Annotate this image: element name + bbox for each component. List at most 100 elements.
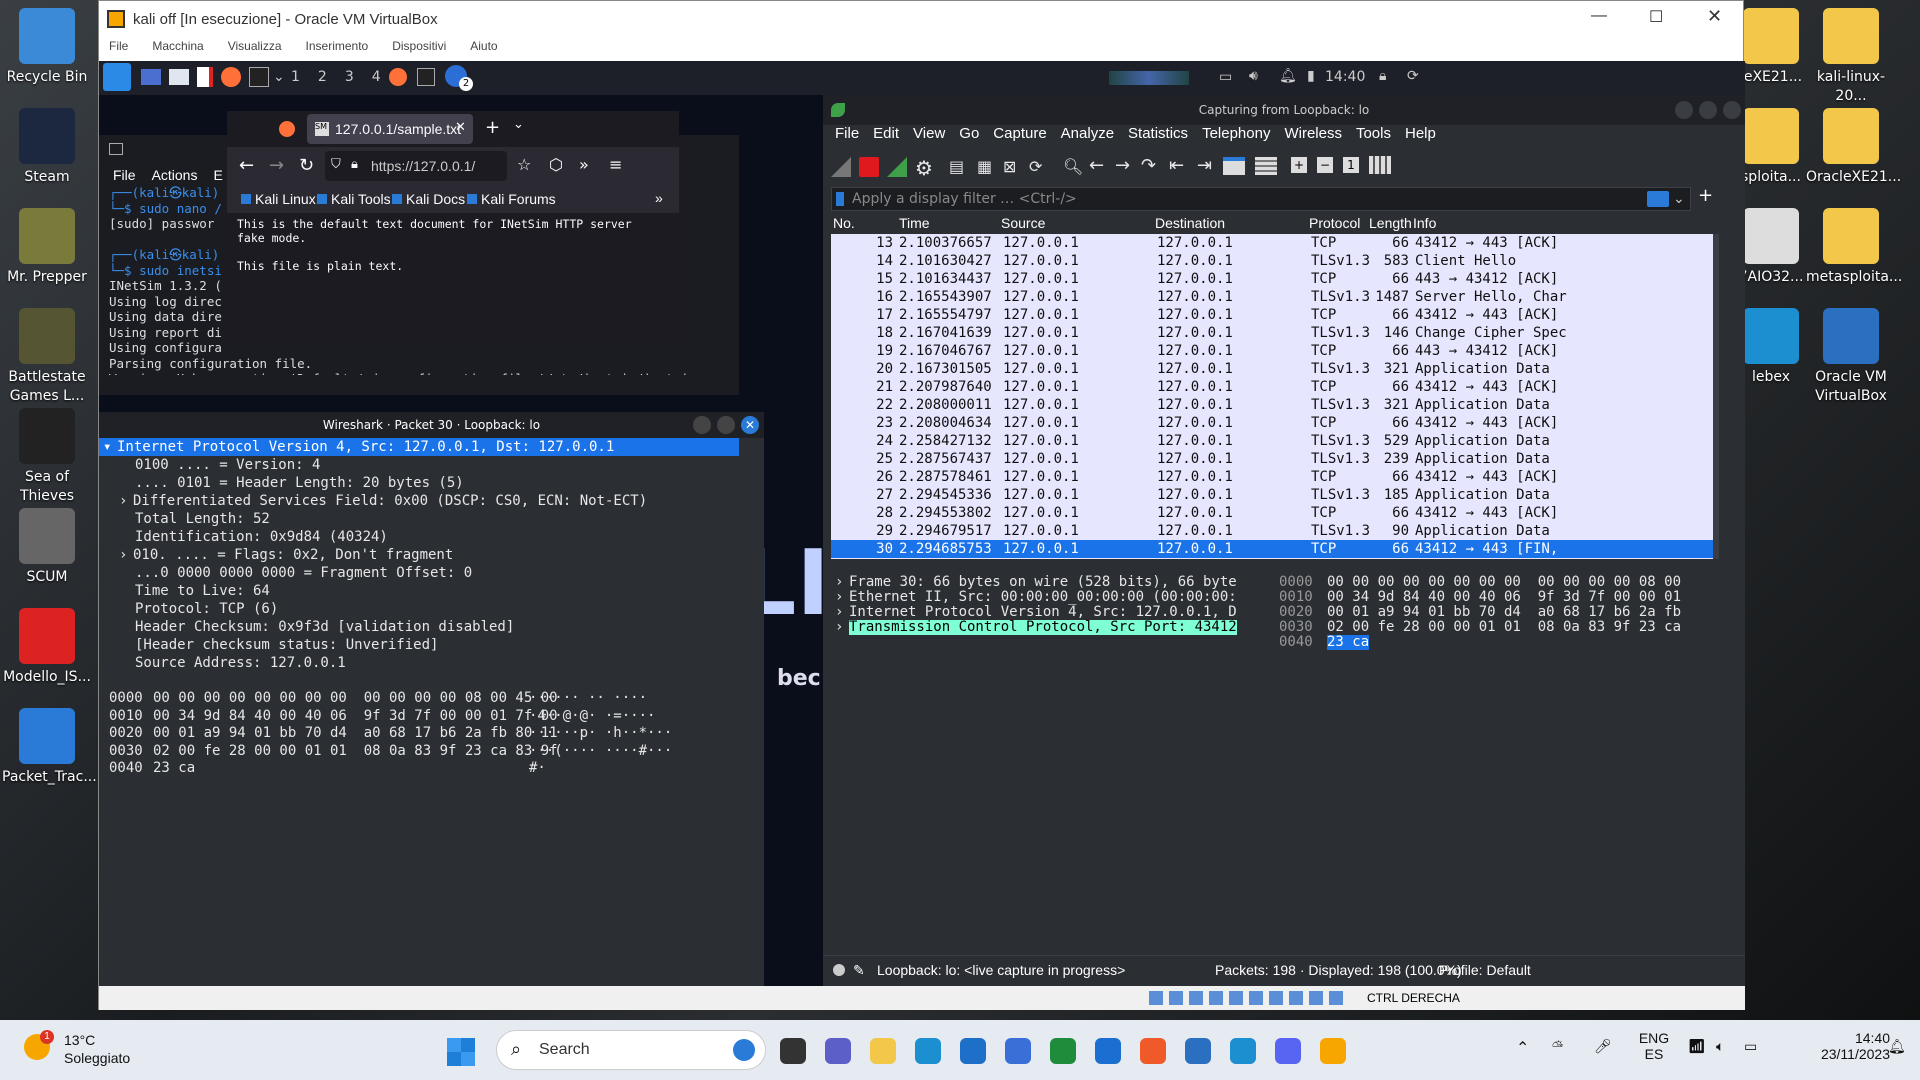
file-explorer-icon[interactable] xyxy=(870,1038,896,1064)
tree-row[interactable]: › Differentiated Services Field: 0x00 (DS… xyxy=(99,492,739,510)
workspace-button[interactable]: 4 xyxy=(372,69,381,85)
vbox-menu-item[interactable]: Aiuto xyxy=(470,39,497,53)
save-file-icon[interactable]: ▦ xyxy=(977,157,992,176)
tree-row[interactable]: Protocol: TCP (6) xyxy=(99,600,739,618)
expand-arrow-icon[interactable]: › xyxy=(835,590,849,605)
desktop-icon[interactable]: Mr. Prepper xyxy=(2,208,92,287)
packet-row[interactable]: 14 2.101630427 127.0.0.1 127.0.0.1 TLSv1.3 58… xyxy=(831,252,1713,270)
kali-menu-icon[interactable] xyxy=(103,63,131,91)
expand-arrow-icon[interactable]: › xyxy=(835,620,849,635)
back-button[interactable]: ← xyxy=(239,155,254,176)
file-manager-icon[interactable] xyxy=(169,69,189,85)
lock-icon[interactable]: 🔒︎ xyxy=(1379,68,1386,84)
open-file-icon[interactable]: ▤ xyxy=(949,157,964,176)
packet-row[interactable]: 23 2.208004634 127.0.0.1 127.0.0.1 TCP 66 4341… xyxy=(831,414,1713,432)
brave-icon[interactable] xyxy=(1140,1038,1166,1064)
taskbar-search[interactable]: ⌕ Search xyxy=(496,1030,766,1070)
hex-bytes[interactable]: 23 ca xyxy=(153,760,195,778)
tree-row[interactable]: › 010. .... = Flags: 0x2, Don't fragment xyxy=(99,546,739,564)
packet-row[interactable]: 22 2.208000011 127.0.0.1 127.0.0.1 TLSv1.3 32… xyxy=(831,396,1713,414)
reload-button[interactable]: ↻ xyxy=(299,155,314,176)
ws-menu-item[interactable]: View xyxy=(913,125,945,142)
url-bar[interactable]: ⛉ 🔒︎ https://127.0.0.1/ xyxy=(325,151,507,181)
capture-options-icon[interactable]: ⚙ xyxy=(915,156,933,180)
reload-file-icon[interactable]: ⟳ xyxy=(1029,157,1042,176)
column-header[interactable]: Protocol xyxy=(1309,215,1360,231)
hex-bytes[interactable]: 00 34 9d 84 40 00 40 06 9f 3d 7f 00 00 0… xyxy=(1327,590,1681,605)
microphone-icon[interactable]: 🎤︎ xyxy=(1594,1038,1612,1055)
close-file-icon[interactable]: ⊠ xyxy=(1003,157,1016,176)
workspace-button[interactable]: 3 xyxy=(345,69,354,85)
packet-row[interactable]: 26 2.287578461 127.0.0.1 127.0.0.1 TCP 66 4341… xyxy=(831,468,1713,486)
tree-row[interactable]: ...0 0000 0000 0000 = Fragment Offset: 0 xyxy=(99,564,739,582)
hamburger-menu-icon[interactable]: ≡ xyxy=(609,155,622,174)
packet-list-scrollbar[interactable] xyxy=(1713,234,1719,559)
desktop-icon[interactable]: OracleXE21... xyxy=(1806,108,1901,187)
terminal-menu-item[interactable]: E xyxy=(213,167,222,183)
terminal-menu-item[interactable]: Actions xyxy=(152,167,198,183)
packet-row[interactable]: 24 2.258427132 127.0.0.1 127.0.0.1 TLSv1.3 52… xyxy=(831,432,1713,450)
packet-row[interactable]: 30 2.294685753 127.0.0.1 127.0.0.1 TCP 66 4341… xyxy=(831,540,1713,558)
url-text[interactable]: https://127.0.0.1/ xyxy=(371,158,475,174)
virtualbox-icon[interactable] xyxy=(1185,1038,1211,1064)
discord-icon[interactable] xyxy=(1275,1038,1301,1064)
tray-chevron-icon[interactable]: ⌃ xyxy=(1516,1038,1529,1058)
task-view-icon[interactable] xyxy=(780,1038,806,1064)
maximize-button[interactable]: ☐ xyxy=(1649,7,1663,27)
desktop-icon[interactable]: kali-linux-20... xyxy=(1806,8,1896,106)
ws-menu-item[interactable]: Tools xyxy=(1356,125,1391,142)
terminal-taskbar-icon[interactable] xyxy=(417,68,435,86)
firefox-icon[interactable] xyxy=(279,121,295,137)
vbox-menu-item[interactable]: Macchina xyxy=(152,39,203,53)
filter-bookmark-icon[interactable] xyxy=(836,192,844,206)
ws-menu-item[interactable]: Help xyxy=(1405,125,1436,142)
ws-menu-item[interactable]: Edit xyxy=(873,125,899,142)
display-filter-input[interactable]: Apply a display filter … <Ctrl-/> ⌄ xyxy=(831,187,1691,211)
vbox-menu-item[interactable]: Inserimento xyxy=(306,39,369,53)
packet-row[interactable]: 18 2.167041639 127.0.0.1 127.0.0.1 TLSv1.3 14… xyxy=(831,324,1713,342)
forward-button[interactable]: → xyxy=(269,155,284,176)
firefox-tab[interactable]: SM 127.0.0.1/sample.txt ✕ xyxy=(307,114,473,144)
hex-bytes[interactable]: 00 00 00 00 00 00 00 00 00 00 00 00 08 0… xyxy=(153,690,558,708)
autoscroll-icon[interactable] xyxy=(1223,157,1245,175)
packet-list[interactable]: 13 2.100376657 127.0.0.1 127.0.0.1 TCP 66 4341… xyxy=(831,234,1713,559)
expand-arrow-icon[interactable]: › xyxy=(835,575,849,590)
expand-arrow-icon[interactable]: › xyxy=(119,546,133,564)
tree-row[interactable]: .... 0101 = Header Length: 20 bytes (5) xyxy=(99,474,739,492)
close-button[interactable]: ✕ xyxy=(741,416,759,434)
packet-row[interactable]: 25 2.287567437 127.0.0.1 127.0.0.1 TLSv1.3 23… xyxy=(831,450,1713,468)
stop-capture-icon[interactable] xyxy=(859,157,879,177)
tree-row[interactable]: ▾ Internet Protocol Version 4, Src: 127.0… xyxy=(99,438,739,456)
text-editor-icon[interactable] xyxy=(197,67,213,87)
packet-bytes-pane[interactable]: 0000 00 00 00 00 00 00 00 00 00 00 00 00 … xyxy=(1275,575,1713,930)
packet-details-pane[interactable]: › Frame 30: 66 bytes on wire (528 bits), … xyxy=(831,575,1271,930)
ws-menu-item[interactable]: File xyxy=(835,125,859,142)
xbox-icon[interactable] xyxy=(1050,1038,1076,1064)
hex-ascii[interactable]: ······p· ·h··*··· xyxy=(529,725,672,743)
vbox-title-bar[interactable]: kali off [In esecuzione] - Oracle VM Vir… xyxy=(99,1,1743,39)
normal-size-icon[interactable]: 1 xyxy=(1343,157,1359,173)
chevron-down-icon[interactable]: ⌄ xyxy=(273,69,285,85)
power-icon[interactable]: ⟳ xyxy=(1407,68,1419,84)
go-last-icon[interactable]: ⇥ xyxy=(1197,155,1212,176)
desktop-icon[interactable]: Packet_Trac... xyxy=(2,708,97,787)
expand-arrow-icon[interactable]: › xyxy=(835,605,849,620)
battery-icon[interactable]: ▮ xyxy=(1307,68,1315,84)
packet-row[interactable]: 17 2.165554797 127.0.0.1 127.0.0.1 TCP 66 4341… xyxy=(831,306,1713,324)
workspace-button[interactable]: 2 xyxy=(318,69,327,85)
hex-bytes[interactable]: 02 00 fe 28 00 00 01 01 08 0a 83 9f 23 c… xyxy=(1327,620,1681,635)
edge-icon[interactable] xyxy=(915,1038,941,1064)
hex-bytes[interactable]: 00 01 a9 94 01 bb 70 d4 a0 68 17 b6 2a f… xyxy=(153,725,558,743)
zoom-in-icon[interactable]: + xyxy=(1291,157,1307,173)
detail-row[interactable]: › Ethernet II, Src: 00:00:00_00:00:00 (00… xyxy=(831,590,1271,605)
edit-comment-icon[interactable]: ✎ xyxy=(853,956,865,984)
wifi-icon[interactable]: 📶︎ xyxy=(1688,1038,1706,1055)
desktop-icon[interactable]: Oracle VM VirtualBox xyxy=(1806,308,1896,406)
new-tab-button[interactable]: + xyxy=(485,117,500,138)
go-to-packet-icon[interactable]: ↷ xyxy=(1141,155,1156,176)
desktop-icon[interactable]: metasploita... xyxy=(1806,208,1902,287)
profile-text[interactable]: Profile: Default xyxy=(1439,956,1531,984)
vbox-menu-item[interactable]: Dispositivi xyxy=(392,39,446,53)
webex-icon[interactable] xyxy=(1230,1038,1256,1064)
tab-close-icon[interactable]: ✕ xyxy=(455,120,466,135)
